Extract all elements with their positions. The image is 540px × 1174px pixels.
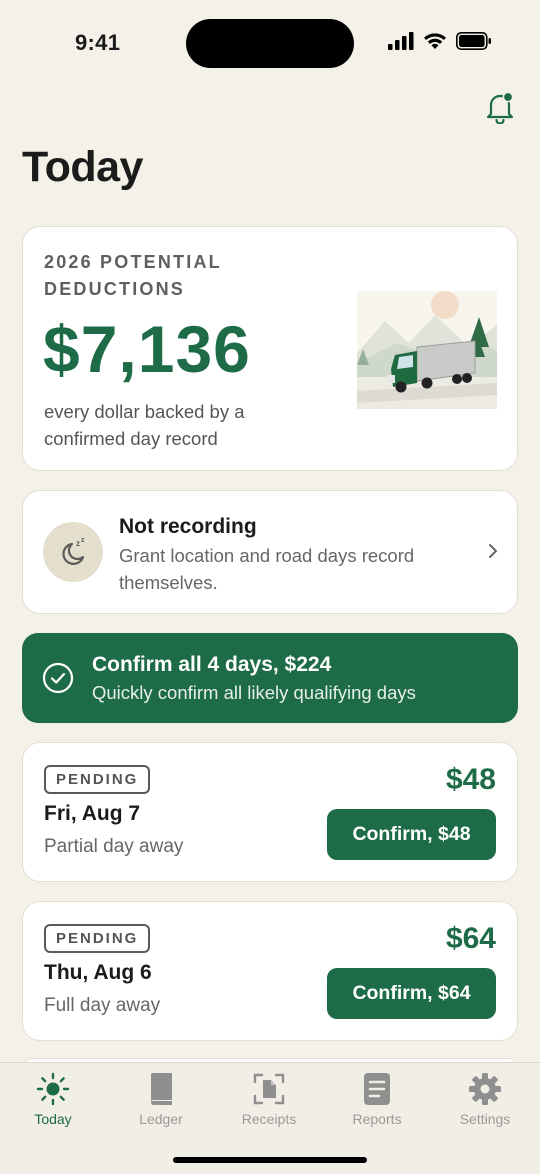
gear-icon	[469, 1073, 501, 1105]
sleep-moon-icon: z z	[62, 537, 85, 565]
confirm-day-button[interactable]: Confirm, $48	[327, 809, 496, 860]
dynamic-island	[186, 19, 354, 68]
tab-receipts[interactable]: Receipts	[219, 1071, 319, 1127]
home-indicator	[173, 1157, 367, 1163]
battery-icon	[456, 32, 491, 50]
wifi-icon	[424, 33, 446, 49]
sun-icon	[36, 1072, 70, 1106]
chevron-right-icon	[489, 544, 497, 558]
tab-settings[interactable]: Settings	[435, 1071, 535, 1127]
status-time: 9:41	[75, 30, 121, 55]
tab-ledger[interactable]: Ledger	[111, 1071, 211, 1127]
day-description: Partial day away	[44, 836, 184, 857]
day-date: Fri, Aug 7	[44, 802, 141, 825]
tab-label: Receipts	[241, 1111, 297, 1127]
status-badge: PENDING	[44, 765, 151, 794]
signal-icon	[388, 32, 414, 50]
day-card: PENDING Thu, Aug 6 Full day away $64 Con…	[22, 901, 518, 1041]
tab-label: Reports	[352, 1111, 402, 1127]
day-amount: $48	[445, 763, 496, 796]
tab-today[interactable]: Today	[3, 1071, 103, 1127]
confirm-all-button[interactable]: Confirm all 4 days, $224 Quickly confirm…	[22, 633, 518, 723]
tab-label: Today	[34, 1111, 72, 1127]
recording-title: Not recording	[119, 515, 257, 538]
page-title: Today	[22, 143, 143, 191]
receipt-scan-icon	[253, 1073, 285, 1105]
book-icon	[151, 1073, 172, 1105]
notifications-button[interactable]	[484, 90, 516, 125]
confirm-day-button[interactable]: Confirm, $64	[327, 968, 496, 1019]
bell-icon	[486, 91, 514, 125]
day-card: PENDING Fri, Aug 7 Partial day away $48 …	[22, 742, 518, 882]
day-amount: $64	[445, 922, 496, 955]
confirm-all-subtitle: Quickly confirm all likely qualifying da…	[92, 682, 416, 703]
tab-label: Ledger	[139, 1111, 183, 1127]
document-icon	[364, 1073, 390, 1105]
recording-icon-badge: z z	[43, 522, 103, 582]
deductions-label: 2026 POTENTIAL DEDUCTIONS	[44, 252, 222, 299]
status-badge: PENDING	[44, 924, 151, 953]
day-date: Thu, Aug 6	[44, 961, 152, 984]
svg-text:z: z	[81, 537, 85, 544]
deductions-card: 2026 POTENTIAL DEDUCTIONS $7,136 every d…	[22, 226, 518, 471]
check-circle-icon	[42, 662, 74, 694]
status-icons	[388, 32, 492, 50]
truck-illustration	[357, 291, 497, 409]
tab-reports[interactable]: Reports	[327, 1071, 427, 1127]
confirm-all-title: Confirm all 4 days, $224	[92, 653, 332, 676]
svg-text:z: z	[76, 539, 80, 548]
deductions-note: every dollar backed by a confirmed day r…	[44, 401, 245, 449]
status-bar: 9:41	[0, 0, 540, 90]
deductions-amount: $7,136	[43, 312, 251, 386]
recording-status-card[interactable]: z z Not recording Grant location and roa…	[22, 490, 518, 614]
recording-subtitle: Grant location and road days record them…	[119, 545, 415, 593]
day-description: Full day away	[44, 995, 161, 1016]
tab-label: Settings	[459, 1111, 511, 1127]
